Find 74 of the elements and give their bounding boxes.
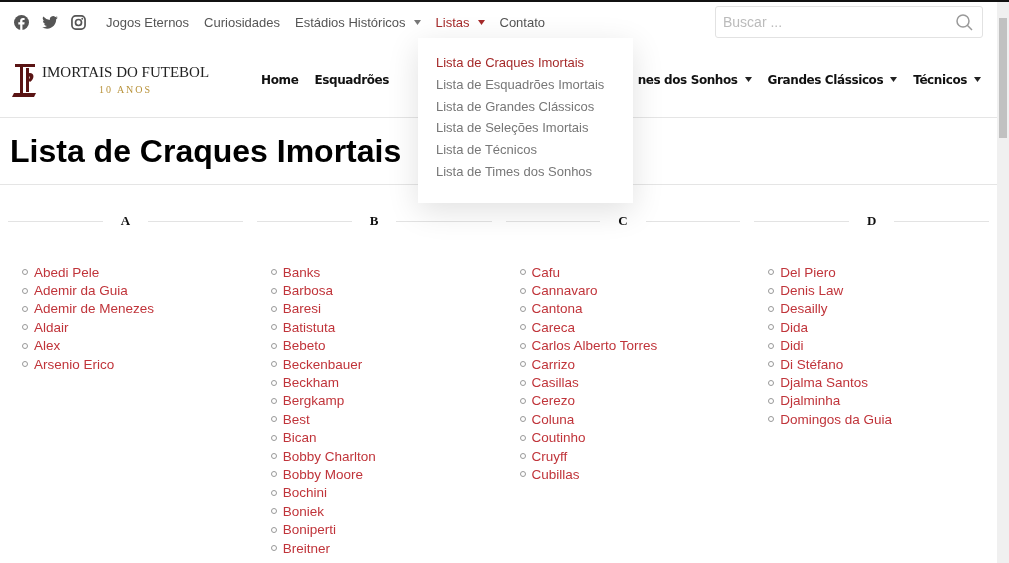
- letter-heading: A: [120, 213, 131, 229]
- dropdown-item[interactable]: Lista de Craques Imortais: [436, 52, 633, 74]
- player-link[interactable]: Coutinho: [531, 430, 586, 446]
- player-link[interactable]: Coluna: [531, 411, 575, 427]
- player-link[interactable]: Cafu: [531, 264, 561, 280]
- letter-heading: B: [369, 213, 379, 229]
- player-link[interactable]: Alex: [34, 338, 61, 354]
- player-link[interactable]: Del Piero: [780, 264, 836, 280]
- letter-heading: C: [618, 213, 628, 229]
- player-link[interactable]: Denis Law: [780, 283, 844, 299]
- player-link[interactable]: Banks: [282, 264, 321, 280]
- player-link[interactable]: Dida: [780, 319, 808, 335]
- player-link[interactable]: Casillas: [531, 375, 579, 391]
- player-link[interactable]: Batistuta: [282, 319, 336, 335]
- player-link[interactable]: Beckenbauer: [282, 356, 363, 372]
- search-icon[interactable]: [956, 14, 973, 31]
- player-link[interactable]: Di Stéfano: [780, 356, 844, 372]
- player-link[interactable]: Cruyff: [531, 448, 568, 464]
- search-field[interactable]: Buscar ...: [715, 6, 983, 38]
- facebook-icon[interactable]: [14, 14, 29, 30]
- top-nav-link[interactable]: Jogos Eternos: [106, 14, 190, 30]
- main-nav-link[interactable]: nes dos Sonhos: [637, 72, 752, 87]
- player-link[interactable]: Domingos da Guia: [780, 411, 893, 427]
- player-link[interactable]: Cubillas: [531, 467, 580, 482]
- player-link[interactable]: Boniperti: [282, 522, 337, 538]
- logo-subtitle: 10 ANOS: [98, 84, 153, 95]
- top-nav-link[interactable]: Curiosidades: [204, 14, 280, 30]
- player-link[interactable]: Bobby Charlton: [282, 448, 376, 464]
- player-link[interactable]: Best: [282, 411, 310, 427]
- player-link[interactable]: Barbosa: [282, 283, 334, 299]
- player-link[interactable]: Bobby Moore: [282, 467, 364, 482]
- instagram-icon[interactable]: [71, 14, 86, 30]
- player-link[interactable]: Aldair: [34, 319, 69, 335]
- player-link[interactable]: Carrizo: [531, 356, 575, 372]
- player-link[interactable]: Carlos Alberto Torres: [531, 338, 658, 354]
- dropdown-item[interactable]: Lista de Times dos Sonhos: [436, 161, 633, 183]
- top-nav-link[interactable]: Contato: [499, 14, 546, 30]
- logo-title: IMORTAIS DO FUTEBOL: [42, 64, 210, 81]
- player-link[interactable]: Cerezo: [531, 393, 576, 409]
- scrollbar-thumb[interactable]: [999, 18, 1007, 138]
- player-link[interactable]: Cantona: [531, 301, 583, 317]
- dropdown-item[interactable]: Lista de Seleções Imortais: [436, 117, 633, 140]
- scrollbar[interactable]: [997, 2, 1009, 563]
- player-link[interactable]: Careca: [531, 319, 576, 335]
- player-link[interactable]: Arsenio Erico: [34, 356, 115, 372]
- player-link[interactable]: Boniek: [282, 503, 325, 519]
- twitter-icon[interactable]: [42, 15, 58, 29]
- player-link[interactable]: Desailly: [780, 301, 828, 317]
- main-nav-link[interactable]: Grandes Clássicos: [767, 72, 898, 87]
- letter-heading: D: [866, 213, 877, 229]
- dropdown-item[interactable]: Lista de Técnicos: [436, 139, 633, 161]
- main-nav-link[interactable]: Técnicos: [913, 72, 981, 87]
- player-link[interactable]: Djalminha: [780, 393, 841, 409]
- player-link[interactable]: Bican: [282, 430, 317, 446]
- monogram-logo-icon: [12, 61, 38, 98]
- top-nav-link[interactable]: Listas: [435, 14, 485, 30]
- dropdown-item[interactable]: Lista de Esquadrões Imortais: [436, 73, 633, 96]
- main-nav-link[interactable]: Home: [261, 72, 299, 87]
- top-nav-link[interactable]: Estádios Históricos: [295, 14, 421, 30]
- player-link[interactable]: Bebeto: [282, 338, 326, 354]
- player-link[interactable]: Abedi Pele: [34, 264, 100, 280]
- player-link[interactable]: Baresi: [282, 301, 321, 317]
- player-link[interactable]: Bochini: [282, 485, 328, 501]
- player-link[interactable]: Ademir de Menezes: [34, 301, 155, 317]
- main-nav-link[interactable]: Esquadrões: [314, 72, 390, 87]
- page-title: Lista de Craques Imortais: [10, 132, 402, 170]
- player-link[interactable]: Djalma Santos: [780, 375, 869, 391]
- player-link[interactable]: Cannavaro: [531, 283, 598, 299]
- player-link[interactable]: Beckham: [282, 375, 340, 391]
- dropdown-item[interactable]: Lista de Grandes Clássicos: [436, 95, 633, 118]
- player-link[interactable]: Didi: [780, 338, 804, 354]
- player-link[interactable]: Bergkamp: [282, 393, 345, 409]
- player-link[interactable]: Breitner: [282, 540, 331, 556]
- player-link[interactable]: Ademir da Guia: [34, 283, 128, 299]
